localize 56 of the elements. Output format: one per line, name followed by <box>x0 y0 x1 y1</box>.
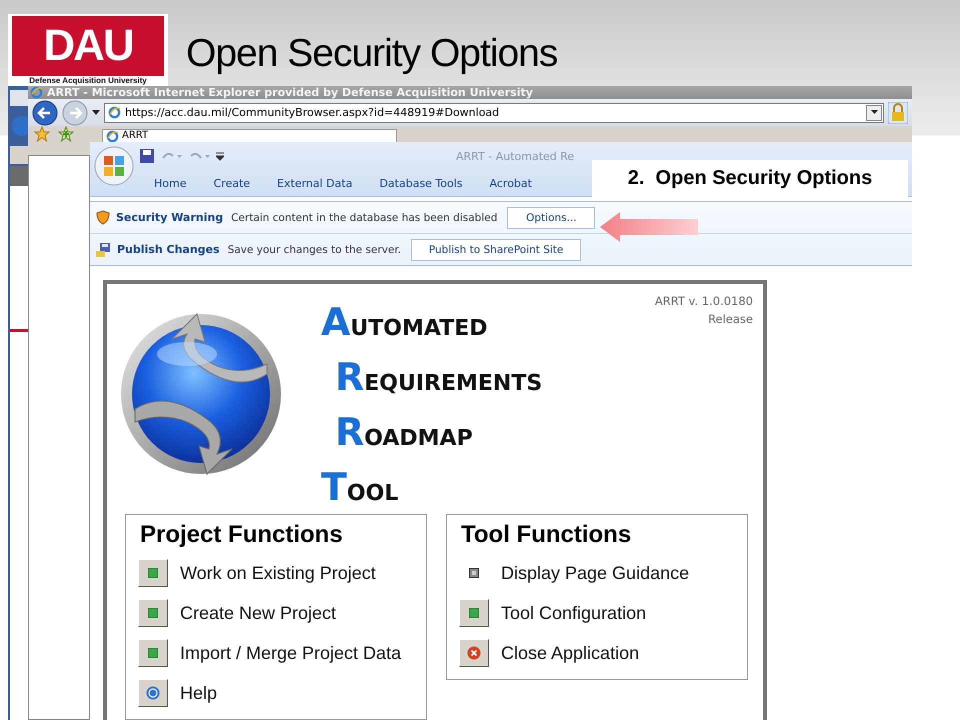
logo-caption: Defense Acquisition University <box>29 76 147 86</box>
wordmark-line: AUTOMATED <box>321 299 489 346</box>
panel-title: Project Functions <box>140 521 344 549</box>
window-title: ARRT - Microsoft Internet Explorer provided by Defense Acquisition University <box>28 86 912 100</box>
browser-icon <box>106 130 119 142</box>
slide-title: Open Security Options <box>186 31 558 77</box>
address-field[interactable]: https://acc.dau.mil/CommunityBrowser.aspx?id=448919#Download <box>104 102 884 123</box>
function-button[interactable] <box>459 599 489 627</box>
callout-label: 2. Open Security Options <box>592 160 908 197</box>
checker-icon[interactable] <box>469 568 479 578</box>
caret-icon[interactable] <box>870 110 878 116</box>
version-text: ARRT v. 1.0.0180 <box>654 293 753 310</box>
function-label: Help <box>180 682 218 704</box>
function-label: Work on Existing Project <box>180 562 376 584</box>
caret-icon[interactable] <box>92 110 100 116</box>
function-label: Close Application <box>501 642 640 664</box>
window-title: ARRT - Automated Re <box>456 150 574 162</box>
wordmark-line: ROADMAP <box>334 409 474 456</box>
close-icon <box>467 646 481 660</box>
lock-icon[interactable] <box>888 102 908 124</box>
function-button[interactable] <box>138 599 168 627</box>
build-text: Release <box>708 311 753 328</box>
office-button[interactable] <box>94 146 134 186</box>
publish-button[interactable]: Publish to SharePoint Site <box>411 238 582 260</box>
function-button[interactable] <box>138 559 168 587</box>
close-button[interactable] <box>459 639 489 667</box>
add-favorite-icon[interactable] <box>58 126 74 142</box>
ribbon-tab[interactable]: External Data <box>277 176 352 190</box>
ribbon-tab[interactable]: Database Tools <box>379 176 463 190</box>
ribbon-tab[interactable]: Acrobat <box>490 176 532 190</box>
wordmark-line: REQUIREMENTS <box>334 354 542 401</box>
disk-icon <box>96 242 111 256</box>
help-button[interactable] <box>138 679 168 707</box>
logo-mark: DAU <box>12 16 164 76</box>
ribbon-tab[interactable]: Home <box>154 176 186 190</box>
shield-icon <box>96 210 110 225</box>
save-icon[interactable] <box>140 149 154 163</box>
message-bar-text: Save your changes to the server. <box>228 244 402 256</box>
customize-icon[interactable] <box>216 151 224 161</box>
options-button[interactable]: Options... <box>507 206 596 228</box>
message-bar-text: Certain content in the database has been disabled <box>231 212 498 224</box>
star-icon[interactable] <box>34 126 50 142</box>
function-button[interactable] <box>138 639 168 667</box>
panel-title: Tool Functions <box>461 521 632 549</box>
browser-icon <box>108 106 121 120</box>
function-label: Display Page Guidance <box>501 562 690 584</box>
browser-tab[interactable]: ARRT <box>102 129 397 142</box>
function-label: Create New Project <box>180 602 336 624</box>
back-button[interactable] <box>32 100 58 126</box>
ribbon-tab[interactable]: Create <box>213 176 250 190</box>
message-bar-label: Security Warning <box>116 211 224 224</box>
function-label: Import / Merge Project Data <box>180 642 402 664</box>
wordmark-line: TOOL <box>321 464 400 511</box>
message-bar-label: Publish Changes <box>117 243 220 256</box>
function-label: Tool Configuration <box>501 602 646 624</box>
browser-icon <box>30 86 43 100</box>
